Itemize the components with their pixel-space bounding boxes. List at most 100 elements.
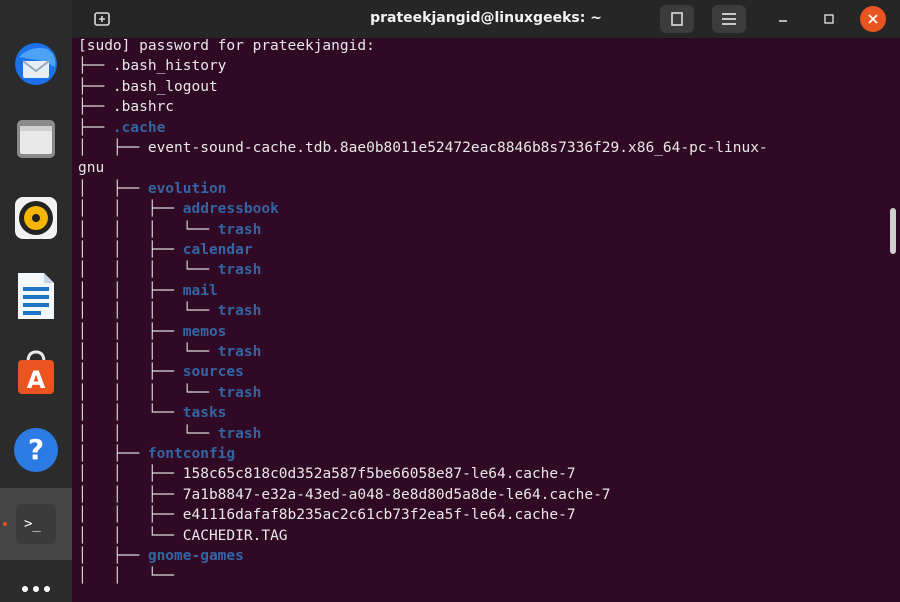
terminal-line: │ │ ├── e41116dafaf8b235ac2c61cb73f2ea5f… [78,505,576,525]
terminal-line: gnu [78,158,104,178]
close-icon [868,14,878,24]
directory-name: addressbook [182,201,279,218]
directory-name: tasks [182,405,227,422]
terminal-line: │ │ └── trash [78,424,261,444]
tree-branch: │ │ ├── [78,364,183,381]
tree-branch: │ │ │ └── [78,262,218,279]
tree-branch: │ │ │ └── [78,303,218,320]
directory-name: trash [217,221,262,238]
directory-name: evolution [147,180,227,197]
terminal-line: ├── .bash_logout [78,77,218,97]
thunderbird-icon [15,43,57,85]
terminal-line: │ ├── evolution [78,179,226,199]
file-name: CACHEDIR.TAG [182,527,288,544]
maximize-icon [824,14,834,24]
thunderbird-launcher[interactable] [0,34,72,94]
rhythmbox-launcher[interactable] [0,188,72,248]
tree-branch: │ │ ├── [78,466,183,483]
tree-branch: │ │ ├── [78,323,183,340]
terminal-line: │ │ ├── memos [78,322,226,342]
help-icon: ? [14,428,58,472]
terminal-line: │ │ │ └── trash [78,301,261,321]
tree-branch: │ │ ├── [78,507,183,524]
tree-branch: │ │ └── [78,568,183,585]
search-button[interactable] [660,5,694,33]
directory-name: sources [182,364,244,381]
writer-launcher[interactable] [0,266,72,326]
terminal-line: ├── .cache [78,118,165,138]
directory-name: .cache [112,119,166,136]
tree-branch: │ │ ├── [78,242,183,258]
terminal-line: │ │ ├── mail [78,281,218,301]
hamburger-menu-icon [722,13,736,25]
terminal-line: │ │ │ └── trash [78,383,261,403]
maximize-button[interactable] [814,5,844,33]
directory-name: trash [217,344,262,360]
file-name: 158c65c818c0d352a587f5be66058e87-le64.ca… [182,466,576,483]
search-icon [671,12,683,26]
directory-name: trash [217,303,262,320]
terminal-launcher[interactable]: >_ [0,488,72,560]
terminal-line: │ │ │ └── trash [78,342,261,362]
file-name: .bash_history [112,58,227,75]
file-name: gnu [78,160,105,177]
close-button[interactable] [860,6,886,32]
tree-branch: │ │ └── [78,527,183,544]
tree-branch: │ │ └── [78,405,183,422]
terminal-line: │ │ ├── sources [78,362,244,382]
tree-branch: │ │ ├── [78,201,183,218]
svg-text:A: A [27,366,46,394]
directory-name: trash [217,262,262,279]
tree-branch: │ ├── [78,548,148,564]
terminal-line: │ │ │ └── trash [78,220,261,240]
terminal-line: ├── .bashrc [78,97,174,117]
tree-branch: │ ├── [78,140,148,156]
terminal-line: ├── .bash_history [78,56,226,76]
terminal-output[interactable]: [sudo] password for prateekjangid: ├── .b… [72,38,900,602]
directory-name: mail [182,282,218,299]
apps-grid-icon [22,586,50,592]
terminal-scrollbar[interactable] [890,208,896,254]
directory-name: calendar [182,242,253,258]
file-name: .bashrc [112,99,175,116]
show-applications-button[interactable] [0,578,72,600]
directory-name: memos [182,323,227,340]
rhythmbox-icon [15,197,57,239]
svg-text:?: ? [28,433,44,466]
terminal-titlebar: prateekjangid@linuxgeeks: ~ [72,0,900,38]
directory-name: fontconfig [147,446,236,462]
tree-branch: │ │ ├── [78,282,183,299]
help-launcher[interactable]: ? [0,420,72,480]
directory-name: gnome-games [147,548,244,564]
dock: A ? >_ [0,0,72,602]
terminal-line: │ │ └── CACHEDIR.TAG [78,526,288,546]
tree-branch: │ │ ├── [78,486,183,503]
terminal-line: [sudo] password for prateekjangid: [78,38,375,56]
directory-name: trash [217,425,262,442]
menu-button[interactable] [712,5,746,33]
tree-branch: │ ├── [78,446,148,462]
files-launcher[interactable] [0,108,72,168]
terminal-line: │ ├── event-sound-cache.tdb.8ae0b8011e52… [78,138,768,158]
tree-branch: ├── [78,78,113,95]
terminal-line: │ ├── fontconfig [78,444,235,464]
tree-branch: ├── [78,119,113,136]
tree-branch: │ │ │ └── [78,344,218,360]
minimize-icon [779,20,787,22]
tree-branch: │ ├── [78,180,148,197]
directory-name: trash [217,384,262,401]
file-name: e41116dafaf8b235ac2c61cb73f2ea5f-le64.ca… [182,507,576,524]
terminal-icon: >_ [16,504,56,544]
terminal-line: │ │ └── tasks [78,403,226,423]
file-name: [sudo] password for prateekjangid: [78,38,375,54]
tree-branch: ├── [78,58,113,75]
software-center-launcher[interactable]: A [0,342,72,402]
file-name: 7a1b8847-e32a-43ed-a048-8e8d80d5a8de-le6… [182,486,611,503]
terminal-line: │ │ └── [78,566,183,586]
terminal-line: │ │ ├── 7a1b8847-e32a-43ed-a048-8e8d80d5… [78,485,611,505]
minimize-button[interactable] [768,5,798,33]
file-name: event-sound-cache.tdb.8ae0b8011e52472eac… [147,140,768,156]
tree-branch: ├── [78,99,113,116]
terminal-line: │ │ ├── 158c65c818c0d352a587f5be66058e87… [78,464,576,484]
terminal-line: │ │ ├── calendar [78,240,253,260]
